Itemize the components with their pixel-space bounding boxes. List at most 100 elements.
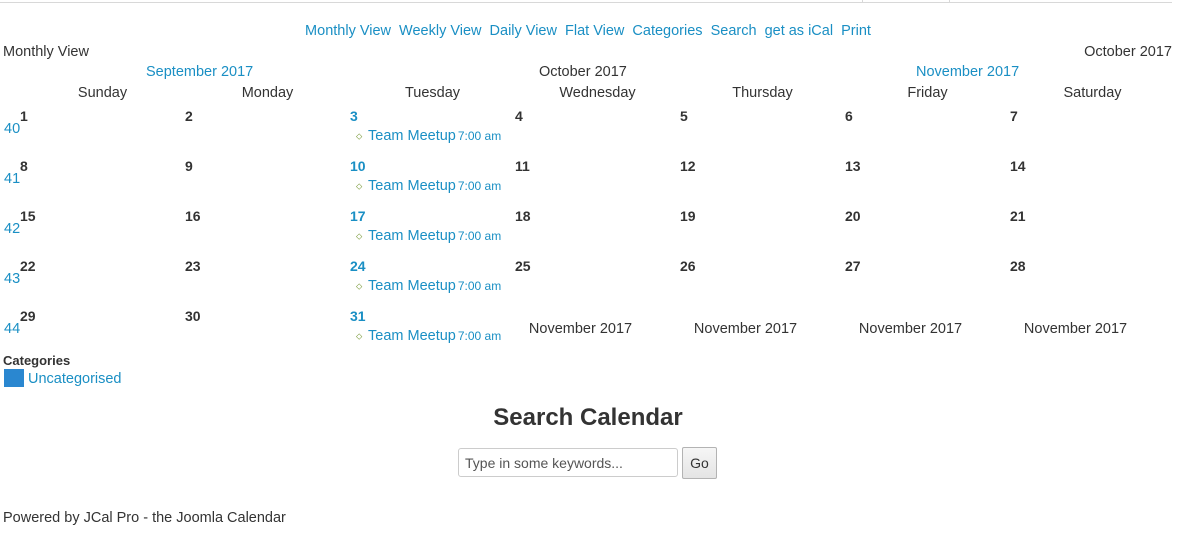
day-number: 8: [20, 158, 28, 174]
event-entry[interactable]: ⬦ Team Meetup 7:00 am: [356, 128, 501, 144]
other-month-label: November 2017: [528, 321, 633, 337]
day-number: 4: [515, 108, 523, 124]
event-time: 7:00 am: [457, 129, 502, 143]
nav-monthly-view[interactable]: Monthly View: [305, 23, 391, 39]
event-entry[interactable]: ⬦ Team Meetup 7:00 am: [356, 178, 501, 194]
day-number: 13: [845, 158, 861, 174]
weekday-sunday: Sunday: [77, 85, 128, 101]
event-title-link[interactable]: Team Meetup: [368, 228, 456, 244]
calendar-day-cell: 28: [1010, 258, 1170, 308]
week-number-link[interactable]: 42: [4, 221, 20, 237]
nav-print[interactable]: Print: [841, 23, 871, 39]
event-title-link[interactable]: Team Meetup: [368, 328, 456, 344]
day-number: 27: [845, 258, 861, 274]
nav-categories[interactable]: Categories: [632, 23, 702, 39]
day-number-link[interactable]: 24: [350, 258, 370, 274]
event-title-link[interactable]: Team Meetup: [368, 178, 456, 194]
day-number-link[interactable]: 17: [350, 208, 370, 224]
event-title-link[interactable]: Team Meetup: [368, 128, 456, 144]
nav-search[interactable]: Search: [711, 23, 757, 39]
calendar-day-cell: 15: [20, 208, 180, 258]
calendar-day-cell: November 2017: [828, 308, 993, 358]
categories-title: Categories: [3, 353, 71, 368]
day-number: 16: [185, 208, 201, 224]
calendar-day-cell: 14: [1010, 158, 1170, 208]
calendar-day-cell: 23: [185, 258, 345, 308]
day-number: 29: [20, 308, 36, 324]
event-diamond-icon: ⬦: [356, 181, 363, 191]
weekday-tuesday: Tuesday: [404, 85, 461, 101]
nav-daily-view[interactable]: Daily View: [490, 23, 557, 39]
weekday-wednesday: Wednesday: [559, 85, 636, 101]
nav-weekly-view[interactable]: Weekly View: [399, 23, 481, 39]
category-item[interactable]: Uncategorised: [4, 369, 122, 387]
go-button[interactable]: Go: [682, 447, 717, 479]
prev-month-link[interactable]: September 2017: [146, 64, 253, 80]
search-input[interactable]: [458, 448, 678, 477]
event-time: 7:00 am: [457, 179, 502, 193]
calendar-day-cell: 26: [680, 258, 840, 308]
week-number-link[interactable]: 44: [4, 321, 20, 337]
center-month-title: October 2017: [539, 64, 627, 80]
event-entry[interactable]: ⬦ Team Meetup 7:00 am: [356, 228, 501, 244]
day-number: 30: [185, 308, 201, 324]
day-number: 19: [680, 208, 696, 224]
calendar-week-row: 40 1 2 3 ⬦ Team Meetup 7:00 am 4 5 6 7: [0, 108, 1176, 158]
event-diamond-icon: ⬦: [356, 231, 363, 241]
top-strip-segment: [862, 0, 950, 2]
calendar-day-cell: 10 ⬦ Team Meetup 7:00 am: [350, 158, 510, 208]
calendar-day-cell: 30: [185, 308, 345, 358]
next-month-link[interactable]: November 2017: [916, 64, 1019, 80]
event-diamond-icon: ⬦: [356, 131, 363, 141]
top-strip: [0, 0, 1172, 3]
event-title-link[interactable]: Team Meetup: [368, 278, 456, 294]
day-number: 11: [515, 158, 530, 174]
week-number-link[interactable]: 40: [4, 121, 20, 137]
week-number-link[interactable]: 41: [4, 171, 20, 187]
day-number: 2: [185, 108, 193, 124]
other-month-label: November 2017: [693, 321, 798, 337]
day-number-link[interactable]: 3: [350, 108, 370, 124]
calendar-day-cell: 21: [1010, 208, 1170, 258]
event-entry[interactable]: ⬦ Team Meetup 7:00 am: [356, 328, 501, 344]
calendar-day-cell: 25: [515, 258, 675, 308]
event-entry[interactable]: ⬦ Team Meetup 7:00 am: [356, 278, 501, 294]
calendar-week-row: 44 29 30 31 ⬦ Team Meetup 7:00 am November 2017…: [0, 308, 1176, 358]
week-number-link[interactable]: 43: [4, 271, 20, 287]
day-number: 1: [20, 108, 28, 124]
calendar-day-cell: 2: [185, 108, 345, 158]
day-number: 5: [680, 108, 688, 124]
day-number-link[interactable]: 31: [350, 308, 370, 324]
day-number-link[interactable]: 10: [350, 158, 370, 174]
nav-ical[interactable]: get as iCal: [765, 23, 834, 39]
day-number: 28: [1010, 258, 1026, 274]
day-number: 25: [515, 258, 531, 274]
other-month-label: November 2017: [858, 321, 963, 337]
calendar-day-cell: 31 ⬦ Team Meetup 7:00 am: [350, 308, 510, 358]
day-number: 9: [185, 158, 193, 174]
calendar-day-cell: 13: [845, 158, 1005, 208]
nav-flat-view[interactable]: Flat View: [565, 23, 624, 39]
calendar-day-cell: 3 ⬦ Team Meetup 7:00 am: [350, 108, 510, 158]
calendar-week-row: 42 15 16 17 ⬦ Team Meetup 7:00 am 18 19 20 21: [0, 208, 1176, 258]
calendar-day-cell: 17 ⬦ Team Meetup 7:00 am: [350, 208, 510, 258]
day-number: 23: [185, 258, 201, 274]
event-time: 7:00 am: [457, 279, 502, 293]
search-title: Search Calendar: [493, 404, 683, 431]
footer-text: Powered by JCal Pro - the Joomla Calenda…: [3, 510, 286, 526]
day-number: 15: [20, 208, 36, 224]
weekday-saturday: Saturday: [1063, 85, 1122, 101]
calendar-day-cell: 29: [20, 308, 180, 358]
calendar-day-cell: 19: [680, 208, 840, 258]
event-diamond-icon: ⬦: [356, 331, 363, 341]
calendar-day-cell: 6: [845, 108, 1005, 158]
day-number: 14: [1010, 158, 1026, 174]
category-link[interactable]: Uncategorised: [28, 371, 122, 387]
calendar-day-cell: 20: [845, 208, 1005, 258]
calendar-day-cell: November 2017: [663, 308, 828, 358]
calendar-day-cell: 16: [185, 208, 345, 258]
calendar-day-cell: 4: [515, 108, 675, 158]
day-number: 18: [515, 208, 531, 224]
calendar-day-cell: 18: [515, 208, 675, 258]
calendar-week-row: 43 22 23 24 ⬦ Team Meetup 7:00 am 25 26 27 28: [0, 258, 1176, 308]
